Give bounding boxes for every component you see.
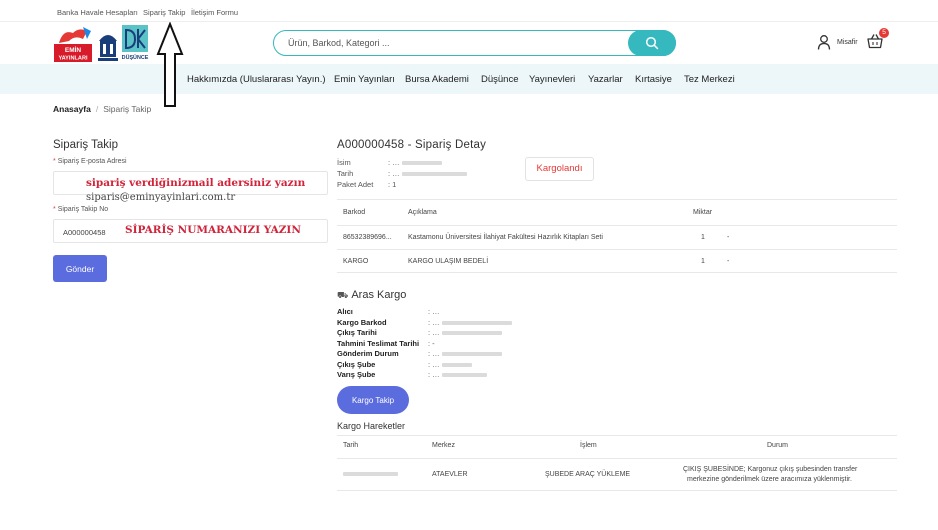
table-row-description: KARGO ULAŞIM BEDELİ xyxy=(408,258,489,265)
topbar-link-contact[interactable]: İletişim Formu xyxy=(191,8,238,17)
cargo-title: ⛟ Aras Kargo xyxy=(337,289,407,301)
info-name: İsim : … xyxy=(337,158,442,167)
nav-item-tez-merkezi[interactable]: Tez Merkezi xyxy=(684,74,735,85)
movements-header-date: Tarih xyxy=(343,442,359,449)
nav-item-yazarlar[interactable]: Yazarlar xyxy=(588,74,623,85)
search-input[interactable]: Ürün, Barkod, Kategori ... xyxy=(288,38,390,48)
cargo-field-recipient: Alıcı: … xyxy=(337,307,440,316)
email-instruction-note: sipariş verdiğinizmail adersiniz yazın xyxy=(86,177,306,189)
table-row-barcode: KARGO xyxy=(343,258,369,265)
email-label: * Sipariş E-posta Adresi xyxy=(53,158,127,165)
dusunce-logo-text: DÜŞÜNCE xyxy=(122,54,149,61)
search-bar[interactable]: Ürün, Barkod, Kategori ... xyxy=(273,29,676,56)
basket-count-badge: 5 xyxy=(879,28,889,38)
table-row-description[interactable]: Kastamonu Üniversitesi İlahiyat Fakültes… xyxy=(408,234,603,241)
cargo-track-button[interactable]: Kargo Takip xyxy=(337,386,409,414)
topbar-link-bank[interactable]: Banka Havale Hesapları xyxy=(57,8,138,17)
top-bar: Banka Havale Hesapları Sipariş Takip İle… xyxy=(0,0,938,22)
order-detail-title: A000000458 - Sipariş Detay xyxy=(337,139,487,151)
bursa-akademi-logo[interactable] xyxy=(97,27,119,62)
movements-header-center: Merkez xyxy=(432,442,455,449)
search-icon xyxy=(645,36,659,49)
cargo-field-estimated-delivery: Tahmini Teslimat Tarihi: - xyxy=(337,339,435,348)
status-badge: Kargolandı xyxy=(525,157,594,181)
table-header-quantity: Miktar xyxy=(693,209,713,216)
user-icon[interactable] xyxy=(817,34,831,50)
nav-item-yayinevleri[interactable]: Yayınevleri xyxy=(529,74,575,85)
submit-button[interactable]: Gönder xyxy=(53,255,107,282)
cargo-field-barcode: Kargo Barkod: … xyxy=(337,318,512,327)
movement-row-status-line1: ÇIKIŞ ŞUBESİNDE; Kargonuz çıkış şubesind… xyxy=(683,466,858,473)
cargo-movements-title: Kargo Hareketler xyxy=(337,421,406,431)
order-tracking-title: Sipariş Takip xyxy=(53,139,118,151)
movement-row-center: ATAEVLER xyxy=(432,471,468,478)
info-date: Tarih : … xyxy=(337,169,467,178)
movements-header-status: Durum xyxy=(767,442,789,449)
main-nav: Hakkımızda (Uluslararası Yayın.) Emin Ya… xyxy=(0,64,938,94)
table-header-barcode: Barkod xyxy=(343,209,366,216)
emin-logo-top-text: EMİN xyxy=(65,46,82,54)
breadcrumb-current: Sipariş Takip xyxy=(103,104,152,114)
nav-item-emin-yayinlari[interactable]: Emin Yayınları xyxy=(334,74,395,85)
emin-yayinlari-logo[interactable]: EMİN YAYINLARI xyxy=(53,25,93,63)
search-button[interactable] xyxy=(628,29,676,56)
nav-item-dusunce[interactable]: Düşünce xyxy=(481,74,519,85)
order-number-instruction-note: SİPARİŞ NUMARANIZI YAZIN xyxy=(125,224,301,236)
movement-row-status-line2: merkezine gönderilmek üzere aracımıza yü… xyxy=(687,476,852,483)
cargo-field-ship-date: Çıkış Tarihi: … xyxy=(337,328,502,337)
movement-row-action: ŞUBEDE ARAÇ YÜKLEME xyxy=(545,471,631,478)
table-row-barcode: 86532389696... xyxy=(343,234,392,241)
user-label[interactable]: Misafir xyxy=(837,39,858,46)
email-example: siparis@eminyayinlari.com.tr xyxy=(86,192,236,203)
cargo-field-destination-branch: Varış Şube: … xyxy=(337,370,487,379)
cargo-field-origin-branch: Çıkış Şube: … xyxy=(337,360,472,369)
info-package-count: Paket Adet : 1 xyxy=(337,180,397,189)
table-header-description: Açıklama xyxy=(408,209,437,216)
emin-logo-bottom-text: YAYINLARI xyxy=(58,56,88,62)
table-row-qty: 1 xyxy=(701,258,705,265)
annotation-up-arrow xyxy=(156,22,184,107)
dusunce-logo[interactable]: DÜŞÜNCE xyxy=(121,24,149,62)
nav-item-bursa-akademi[interactable]: Bursa Akademi xyxy=(405,74,469,85)
breadcrumb-home[interactable]: Anasayfa xyxy=(53,104,91,114)
breadcrumb-separator: / xyxy=(95,104,99,114)
table-row-extra: - xyxy=(727,258,730,265)
movement-row-date xyxy=(343,471,398,478)
breadcrumb: Anasayfa / Sipariş Takip xyxy=(53,104,151,114)
cargo-field-shipping-status: Gönderim Durum: … xyxy=(337,349,502,358)
order-number-value: A000000458 xyxy=(63,228,106,237)
table-row-qty: 1 xyxy=(701,234,705,241)
table-row-extra: - xyxy=(727,234,730,241)
truck-icon: ⛟ xyxy=(337,290,349,300)
movements-header-action: İşlem xyxy=(580,442,597,449)
header: EMİN YAYINLARI DÜŞÜNCE Ürün, Barkod, Kat… xyxy=(0,22,938,64)
topbar-link-order-tracking[interactable]: Sipariş Takip xyxy=(143,8,185,17)
nav-item-about[interactable]: Hakkımızda (Uluslararası Yayın.) xyxy=(187,74,326,85)
nav-item-kirtasiye[interactable]: Kırtasiye xyxy=(635,74,672,85)
order-number-label: * Sipariş Takip No xyxy=(53,206,109,213)
